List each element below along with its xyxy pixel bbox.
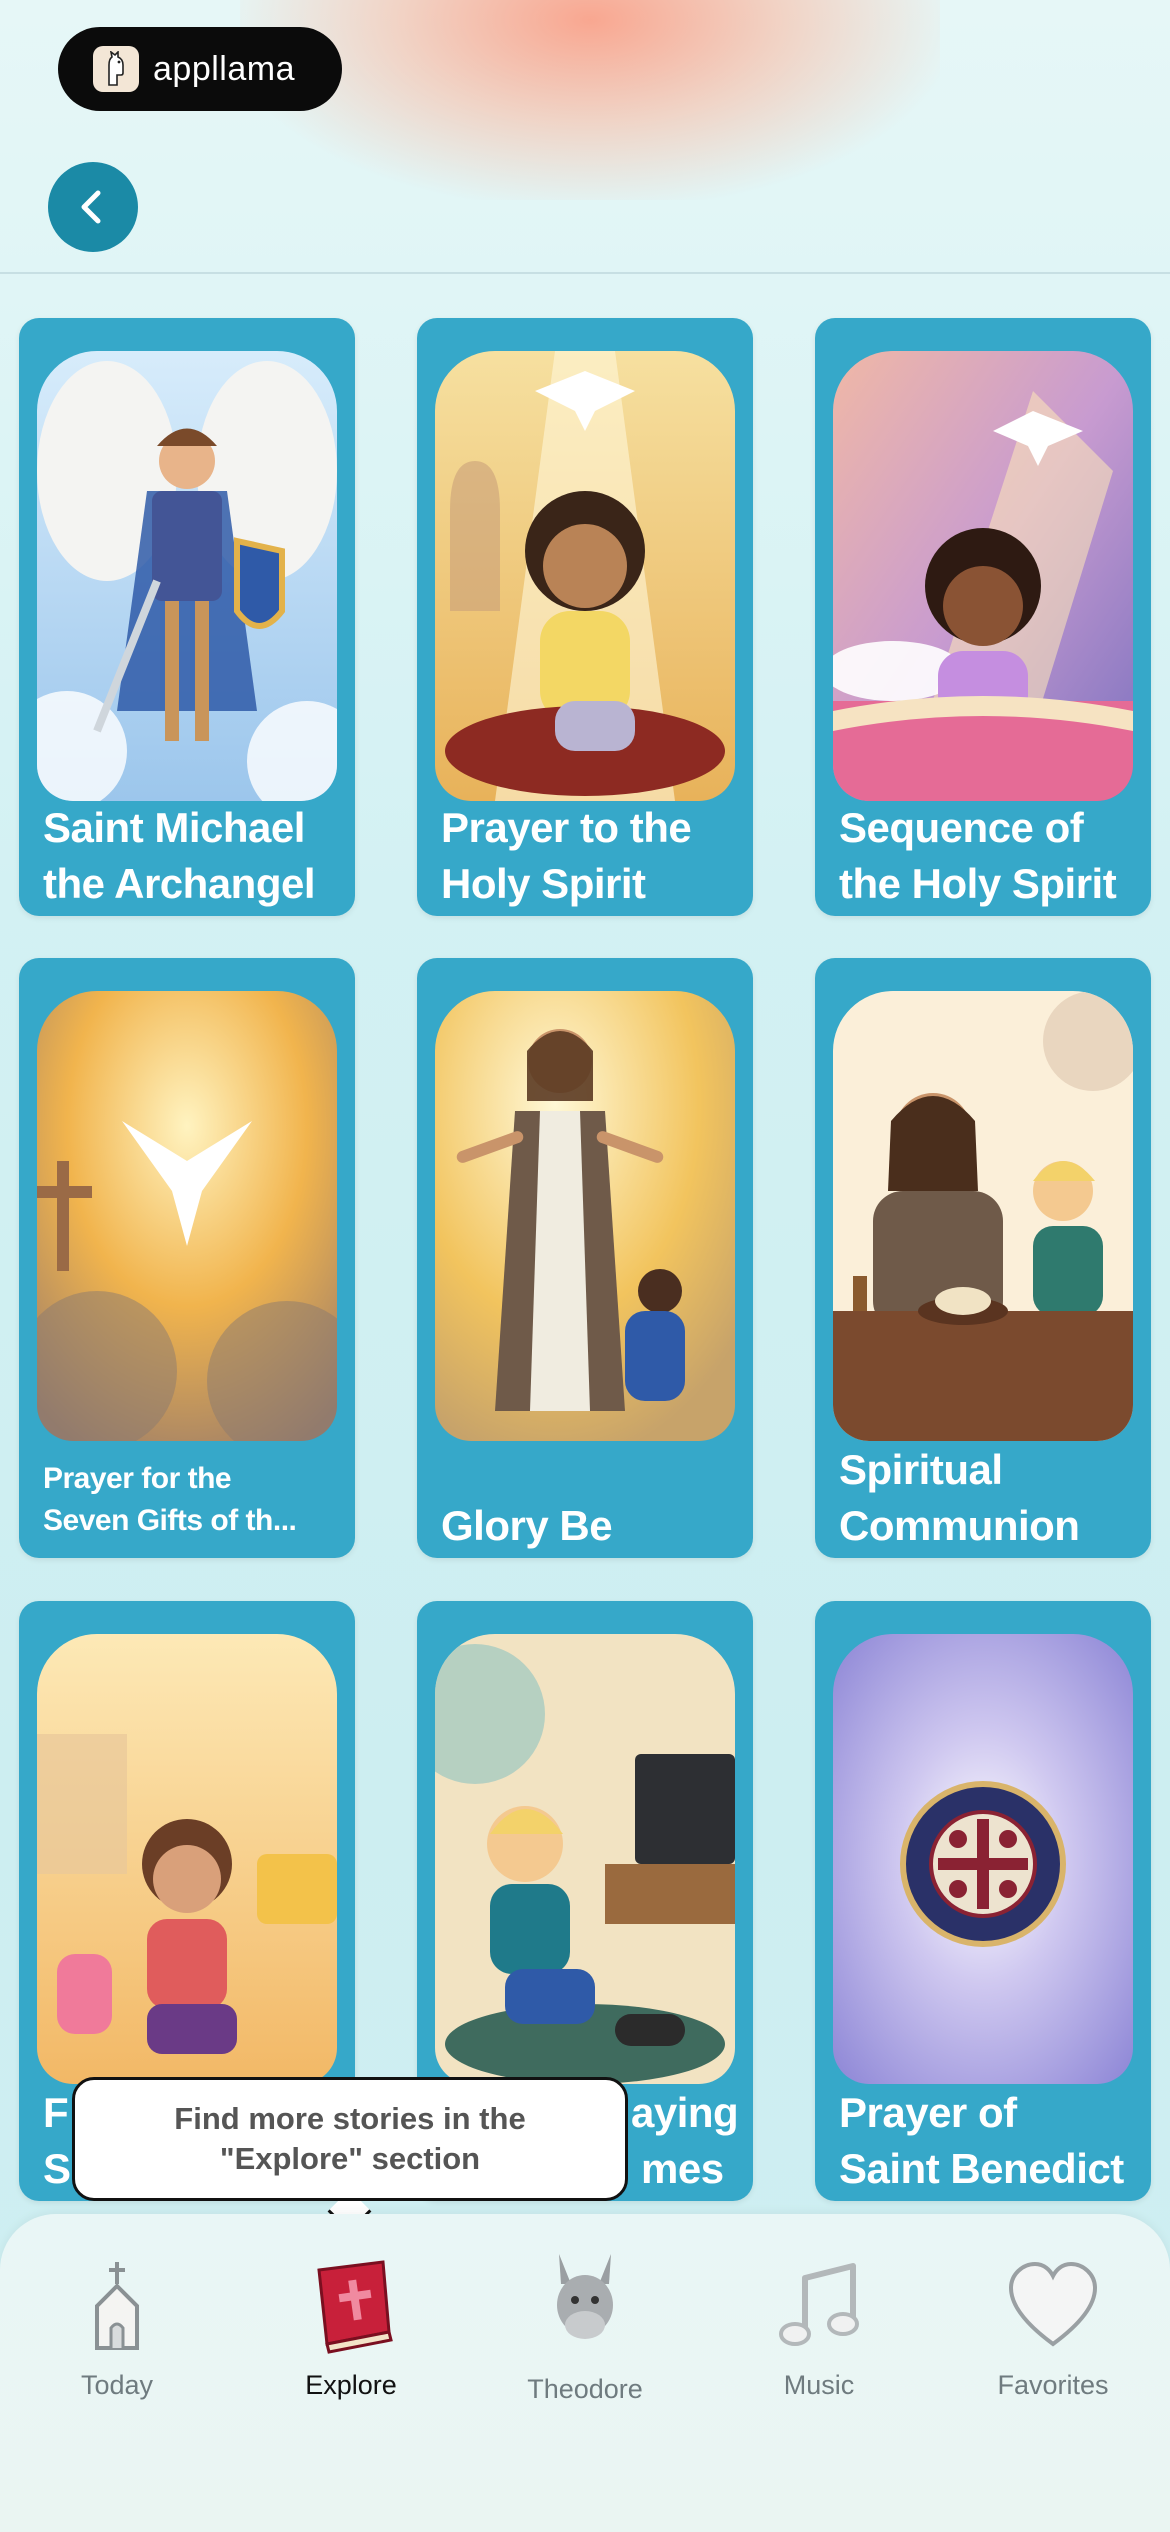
tab-label: Music — [783, 2370, 855, 2400]
tab-explore[interactable]: Explore — [234, 2214, 468, 2414]
girl-praying-school-illustration — [37, 1634, 337, 2084]
praying-girl-illustration — [833, 351, 1133, 801]
saint-michael-illustration — [37, 351, 337, 801]
story-card-seven-gifts[interactable]: Prayer for the Seven Gifts of th... — [19, 958, 355, 1558]
explore-tooltip[interactable]: Find more stories in the "Explore" secti… — [72, 2077, 628, 2201]
card-title-line: Holy Spirit — [441, 860, 646, 907]
background-glow — [240, 0, 940, 200]
back-button[interactable] — [48, 162, 138, 252]
tab-label: Today — [80, 2370, 154, 2400]
music-note-icon — [779, 2263, 859, 2346]
story-card-saint-benedict[interactable]: Prayer of Saint Benedict — [815, 1601, 1151, 2201]
story-card-glory-be[interactable]: Glory Be — [417, 958, 753, 1558]
card-title-line: Seven Gifts of th... — [43, 1504, 297, 1537]
praying-boy-illustration — [435, 351, 735, 801]
card-title-line: Prayer of — [839, 2089, 1017, 2136]
saint-benedict-medal-illustration — [833, 1634, 1133, 2084]
card-title-line: Spiritual — [839, 1446, 1003, 1493]
heart-icon — [1008, 2261, 1098, 2347]
card-title-line: Sequence of — [839, 804, 1084, 851]
story-card-saint-michael[interactable]: Saint Michael the Archangel — [19, 318, 355, 916]
card-title-line: Communion — [839, 1502, 1080, 1549]
communion-illustration — [833, 991, 1133, 1441]
tab-label: Favorites — [997, 2370, 1109, 2400]
tooltip-text-line: Find more stories in the — [174, 2101, 526, 2136]
tab-music[interactable]: Music — [702, 2214, 936, 2414]
tab-theodore[interactable]: Theodore — [468, 2214, 702, 2414]
chevron-left-icon — [81, 190, 101, 224]
brand-name: appllama — [153, 49, 295, 88]
card-title-line: Saint Benedict — [839, 2145, 1124, 2192]
header-divider — [0, 272, 1170, 274]
boy-praying-games-illustration — [435, 1634, 735, 2084]
appllama-badge[interactable]: appllama — [58, 27, 342, 111]
card-title-line: Saint Michael — [43, 804, 305, 851]
tab-today[interactable]: Today — [0, 2214, 234, 2414]
donkey-icon — [557, 2254, 613, 2339]
tooltip-text-line: "Explore" section — [219, 2141, 481, 2176]
tab-bar: Today Explore Theodore Music Favorites — [0, 2214, 1170, 2532]
card-title-line: Prayer for the — [43, 1462, 232, 1495]
card-title-line: Glory Be — [441, 1502, 613, 1549]
card-title-line: the Archangel — [43, 860, 316, 907]
story-card-sequence-holy-spirit[interactable]: Sequence of the Holy Spirit — [815, 318, 1151, 916]
story-card-spiritual-communion[interactable]: Spiritual Communion — [815, 958, 1151, 1558]
jesus-and-child-illustration — [435, 991, 735, 1441]
book-icon — [317, 2260, 393, 2354]
llama-logo-icon — [93, 46, 139, 92]
tab-label: Theodore — [527, 2374, 643, 2404]
card-title-line: the Holy Spirit — [839, 860, 1117, 907]
tab-label: Explore — [305, 2370, 397, 2400]
tab-favorites[interactable]: Favorites — [936, 2214, 1170, 2414]
card-title-line: Prayer to the — [441, 804, 692, 851]
story-card-prayer-holy-spirit[interactable]: Prayer to the Holy Spirit — [417, 318, 753, 916]
church-icon — [95, 2262, 139, 2350]
dove-light-illustration — [37, 991, 337, 1441]
